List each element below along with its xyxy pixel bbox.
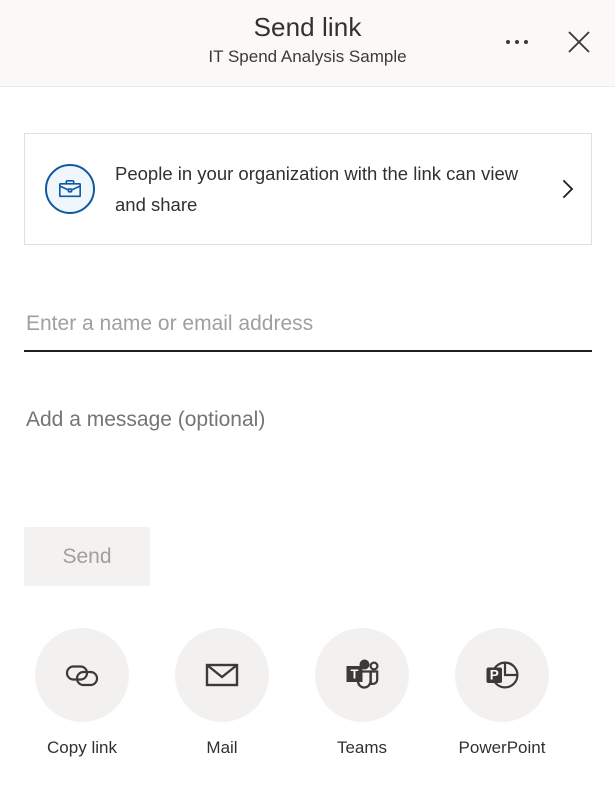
- recipient-input[interactable]: [24, 297, 592, 352]
- share-actions-row: Copy link Mail T Teams P PowerPoint: [12, 628, 603, 759]
- powerpoint-icon-circle: P: [455, 628, 549, 722]
- powerpoint-button[interactable]: P PowerPoint: [432, 628, 572, 759]
- briefcase-icon: [45, 164, 95, 214]
- dialog-header: Send link IT Spend Analysis Sample: [0, 0, 615, 87]
- powerpoint-icon: P: [486, 661, 519, 689]
- more-options-button[interactable]: [495, 20, 539, 64]
- permission-label: People in your organization with the lin…: [115, 163, 519, 215]
- teams-button[interactable]: T Teams: [292, 628, 432, 759]
- permission-icon-wrap: [25, 164, 115, 214]
- permission-selector[interactable]: People in your organization with the lin…: [24, 133, 592, 245]
- chevron-right-icon: [562, 179, 574, 199]
- teams-icon: T: [346, 659, 379, 689]
- copy-link-label: Copy link: [47, 738, 117, 757]
- message-input[interactable]: [24, 398, 592, 446]
- svg-text:P: P: [490, 668, 499, 683]
- copy-link-button[interactable]: Copy link: [12, 628, 152, 759]
- mail-button[interactable]: Mail: [152, 628, 292, 759]
- close-icon: [568, 31, 590, 53]
- link-chain-icon: [65, 665, 99, 687]
- ellipsis-icon: [506, 40, 528, 44]
- envelope-icon: [205, 663, 239, 687]
- powerpoint-label: PowerPoint: [458, 738, 546, 757]
- copy-link-icon-circle: [35, 628, 129, 722]
- svg-text:T: T: [351, 667, 359, 682]
- teams-label: Teams: [336, 738, 388, 757]
- mail-icon-circle: [175, 628, 269, 722]
- mail-label: Mail: [206, 738, 238, 757]
- send-button[interactable]: Send: [24, 527, 150, 586]
- teams-icon-circle: T: [315, 628, 409, 722]
- permission-chevron-button[interactable]: [545, 176, 591, 202]
- header-actions: [495, 20, 601, 64]
- close-button[interactable]: [557, 20, 601, 64]
